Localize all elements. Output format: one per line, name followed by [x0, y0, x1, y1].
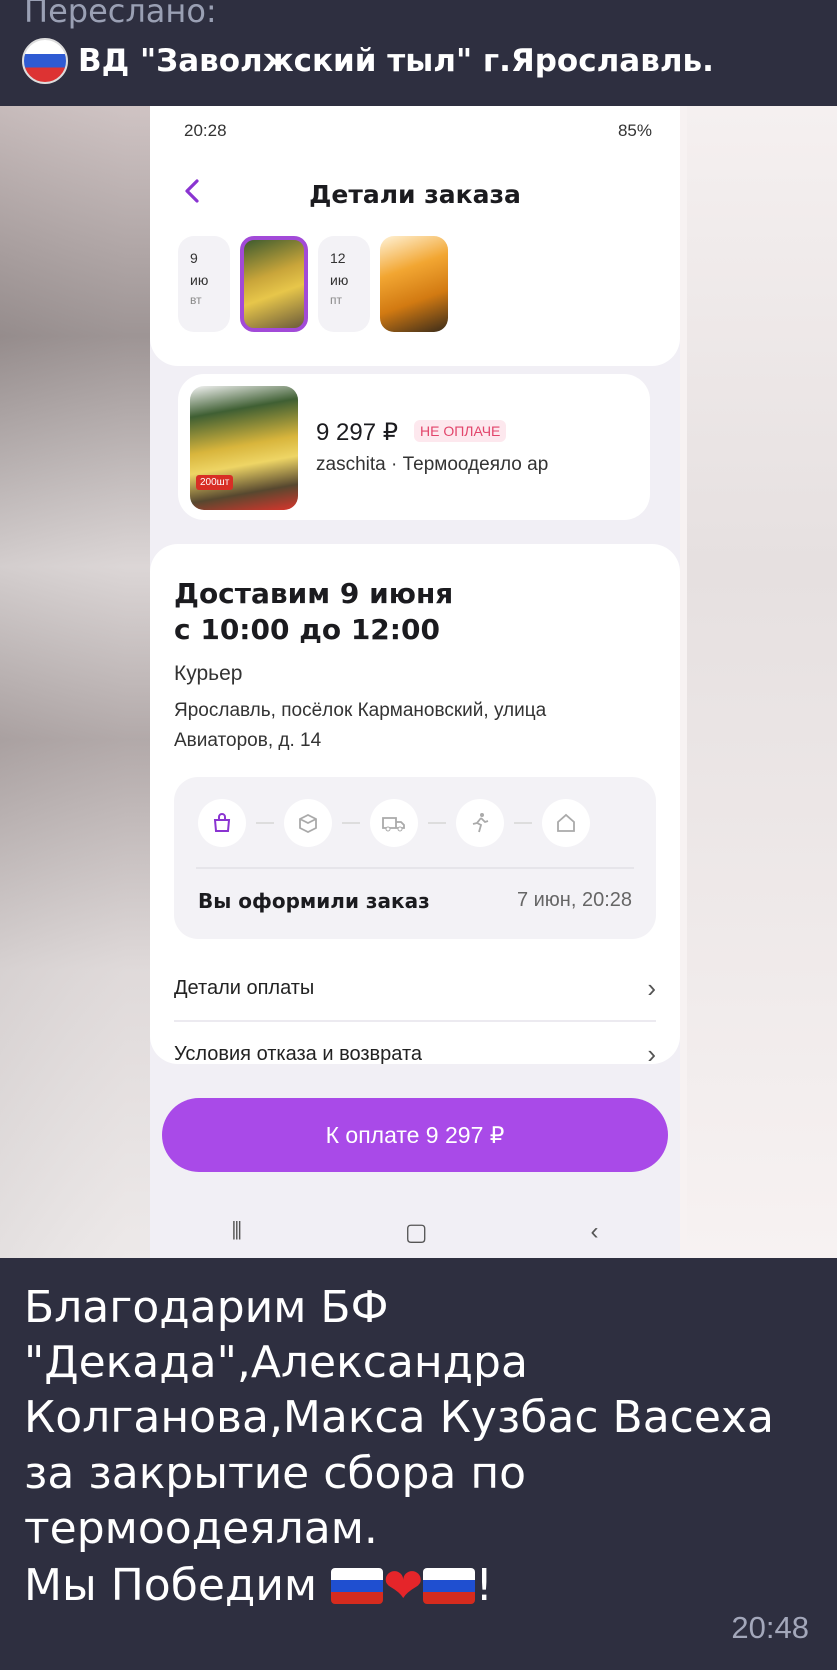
russian-flag-icon: [423, 1568, 476, 1605]
photo-blur-right: [687, 106, 837, 1258]
item-price: 9 297 ₽: [316, 419, 398, 446]
status-bar: 20:28 85%: [150, 106, 680, 156]
product-image-tag: 200шт: [196, 475, 234, 490]
recent-apps-icon: ⦀: [231, 1218, 243, 1245]
chevron-right-icon: ›: [647, 972, 656, 1003]
delivery-address: Ярославль, посёлок Кармановский, улица А…: [174, 700, 547, 752]
russian-flag-icon: [331, 1568, 384, 1605]
delivery-date: Доставим 9 июня: [174, 577, 454, 610]
date-month: ию: [330, 271, 349, 288]
page-title: Детали заказа: [309, 180, 521, 209]
status-battery: 85%: [617, 121, 652, 140]
order-date-strip: 9 ию вт 12 ию пт: [178, 236, 448, 332]
date-day: 12: [330, 250, 346, 266]
step-connector: [428, 822, 446, 824]
back-nav-icon: ‹: [590, 1218, 599, 1245]
message-body: Благодарим БФ "Декада",Александра Колган…: [24, 1282, 774, 1554]
progress-steps: [198, 799, 590, 847]
home-icon: [542, 799, 590, 847]
truck-icon: [370, 799, 418, 847]
payment-details-row: Детали оплаты ›: [174, 958, 656, 1018]
row-divider: [174, 1020, 656, 1022]
progress-time: 7 июн, 20:28: [516, 889, 632, 911]
date-day: 9: [190, 250, 198, 266]
heart-icon: ❤: [383, 1558, 424, 1615]
android-nav-bar: ⦀ ▢ ‹: [150, 1206, 680, 1258]
delivery-window: с 10:00 до 12:00: [174, 612, 440, 646]
message-last-line-prefix: Мы Победим: [24, 1560, 332, 1612]
date-chip: 9 ию вт: [178, 236, 230, 332]
message-text: Благодарим БФ "Декада",Александра Колган…: [24, 1280, 814, 1616]
pay-button: К оплате 9 297 ₽: [162, 1098, 668, 1172]
channel-avatar[interactable]: [22, 38, 68, 84]
progress-divider: [196, 867, 634, 869]
message-time: 20:48: [731, 1610, 809, 1645]
phone-screenshot: 20:28 85% Детали заказа 9 ию вт 12 ию пт: [150, 106, 680, 1258]
step-connector: [342, 822, 360, 824]
date-chip: 12 ию пт: [318, 236, 370, 332]
step-connector: [256, 822, 274, 824]
order-progress: Вы оформили заказ 7 июн, 20:28: [174, 777, 656, 939]
box-icon: [284, 799, 332, 847]
forward-source[interactable]: ВД "Заволжский тыл" г.Ярославль.: [22, 38, 714, 84]
order-item-card: 200шт 9 297 ₽ НЕ ОПЛАЧЕ zaschita · Термо…: [178, 374, 650, 520]
status-time: 20:28: [184, 121, 227, 140]
delivery-title: Доставим 9 июня с 10:00 до 12:00: [174, 576, 453, 648]
item-seller-line: zaschita · Термоодеяло ар: [316, 454, 549, 475]
message-photo[interactable]: 20:28 85% Детали заказа 9 ию вт 12 ию пт: [0, 106, 837, 1258]
forwarded-label: Переслано:: [24, 0, 217, 30]
row-label: Детали оплаты: [174, 976, 315, 999]
product-image: 200шт: [190, 386, 298, 510]
order-thumbnail-generator: [380, 236, 448, 332]
step-connector: [514, 822, 532, 824]
date-weekday: пт: [330, 293, 342, 308]
date-weekday: вт: [190, 293, 202, 308]
runner-icon: [456, 799, 504, 847]
delivery-method: Курьер: [174, 662, 243, 685]
payment-status-badge: НЕ ОПЛАЧЕ: [414, 420, 507, 442]
chevron-right-icon: ›: [647, 1038, 656, 1069]
date-month: ию: [190, 271, 209, 288]
return-conditions-row: Условия отказа и возврата ›: [174, 1024, 656, 1084]
message-last-line-suffix: !: [475, 1560, 493, 1612]
order-thumbnail-selected: [240, 236, 308, 332]
row-label: Условия отказа и возврата: [174, 1042, 423, 1065]
bag-icon: [198, 799, 246, 847]
progress-status: Вы оформили заказ: [198, 889, 430, 913]
photo-blur-left: [0, 106, 150, 1258]
channel-name[interactable]: ВД "Заволжский тыл" г.Ярославль.: [78, 43, 714, 79]
order-header-card: Детали заказа 9 ию вт 12 ию пт: [150, 156, 680, 366]
home-button-icon: ▢: [404, 1218, 428, 1246]
